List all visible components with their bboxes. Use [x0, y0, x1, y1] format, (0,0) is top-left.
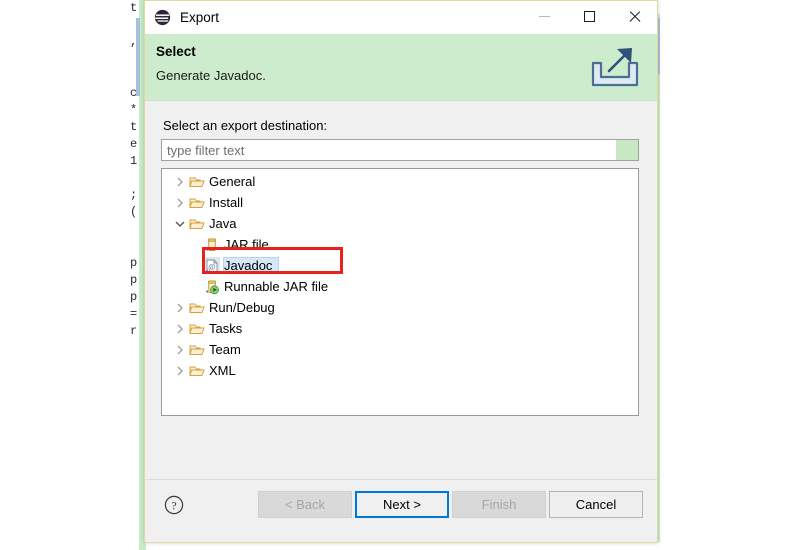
dialog-header: Select Generate Javadoc.: [145, 34, 657, 101]
tree-item-xml[interactable]: XML: [162, 360, 638, 381]
screen: t , c * t e 1 ; ( p p p = r Export Selec…: [0, 0, 800, 550]
tree-item-label: XML: [209, 363, 236, 378]
svg-text:@: @: [208, 262, 215, 271]
help-button[interactable]: ?: [164, 495, 184, 515]
tree-item-run-debug[interactable]: Run/Debug: [162, 297, 638, 318]
tree-item-general[interactable]: General: [162, 171, 638, 192]
tree-item-jar-file[interactable]: JAR file: [162, 234, 638, 255]
filter-input[interactable]: [162, 141, 616, 159]
close-icon: [628, 10, 641, 23]
javadoc-icon: @: [203, 257, 220, 274]
export-destination-label: Select an export destination:: [163, 118, 328, 133]
close-button[interactable]: [612, 1, 657, 32]
minimize-button[interactable]: [522, 1, 567, 32]
background-right-pane: [660, 0, 800, 550]
dialog-footer: ? < Back Next > Finish Cancel: [145, 479, 657, 542]
tree-item-label: Runnable JAR file: [224, 279, 329, 294]
header-subtitle: Generate Javadoc.: [156, 68, 266, 83]
next-button[interactable]: Next >: [355, 491, 449, 518]
back-button[interactable]: < Back: [258, 491, 352, 518]
chevron-right-icon[interactable]: [172, 192, 188, 213]
minimize-icon: [539, 16, 550, 17]
background-scrollbar-left[interactable]: [136, 18, 140, 96]
tree-item-label: Install: [209, 195, 243, 210]
maximize-button[interactable]: [567, 1, 612, 32]
tree-item-label: Run/Debug: [209, 300, 275, 315]
dialog-titlebar[interactable]: Export: [145, 1, 657, 34]
dialog-title: Export: [180, 9, 220, 25]
cancel-button[interactable]: Cancel: [549, 491, 643, 518]
folder-icon: [188, 194, 205, 211]
maximize-icon: [584, 11, 595, 22]
filter-field-wrapper[interactable]: [161, 139, 639, 161]
folder-icon: [188, 215, 205, 232]
folder-icon: [188, 320, 205, 337]
tree-item-label: JAR file: [224, 237, 269, 252]
eclipse-logo-icon: [154, 9, 171, 26]
chevron-right-icon[interactable]: [172, 318, 188, 339]
tree-item-java[interactable]: Java: [162, 213, 638, 234]
runnable-jar-icon: [203, 278, 220, 295]
chevron-right-icon[interactable]: [172, 360, 188, 381]
dialog-body: Select an export destination: type filte…: [145, 101, 657, 514]
tree-item-label: Team: [209, 342, 241, 357]
chevron-right-icon[interactable]: [172, 171, 188, 192]
tree-item-team[interactable]: Team: [162, 339, 638, 360]
chevron-down-icon[interactable]: [172, 213, 188, 234]
folder-icon: [188, 362, 205, 379]
tree-item-label: General: [209, 174, 256, 189]
tree-item-label: Javadoc: [222, 257, 280, 274]
tree-item-javadoc[interactable]: @ Javadoc: [162, 255, 638, 276]
folder-icon: [188, 173, 205, 190]
folder-icon: [188, 341, 205, 358]
tree-item-runnable-jar-file[interactable]: Runnable JAR file: [162, 276, 638, 297]
header-title: Select: [156, 44, 196, 59]
chevron-right-icon[interactable]: [172, 339, 188, 360]
tree-item-tasks[interactable]: Tasks: [162, 318, 638, 339]
export-banner-icon: [587, 41, 643, 93]
folder-icon: [188, 299, 205, 316]
export-destination-tree[interactable]: General Install Java JAR file @ Javadoc …: [161, 168, 639, 416]
export-dialog: Export Select Generate Javadoc. Select a…: [144, 0, 658, 543]
tree-item-label: Tasks: [209, 321, 243, 336]
tree-item-label: Java: [209, 216, 237, 231]
filter-status-badge: [616, 140, 638, 160]
jar-file-icon: [203, 236, 220, 253]
finish-button[interactable]: Finish: [452, 491, 546, 518]
tree-item-install[interactable]: Install: [162, 192, 638, 213]
chevron-right-icon[interactable]: [172, 297, 188, 318]
svg-text:?: ?: [171, 498, 176, 512]
window-controls: [522, 1, 657, 33]
